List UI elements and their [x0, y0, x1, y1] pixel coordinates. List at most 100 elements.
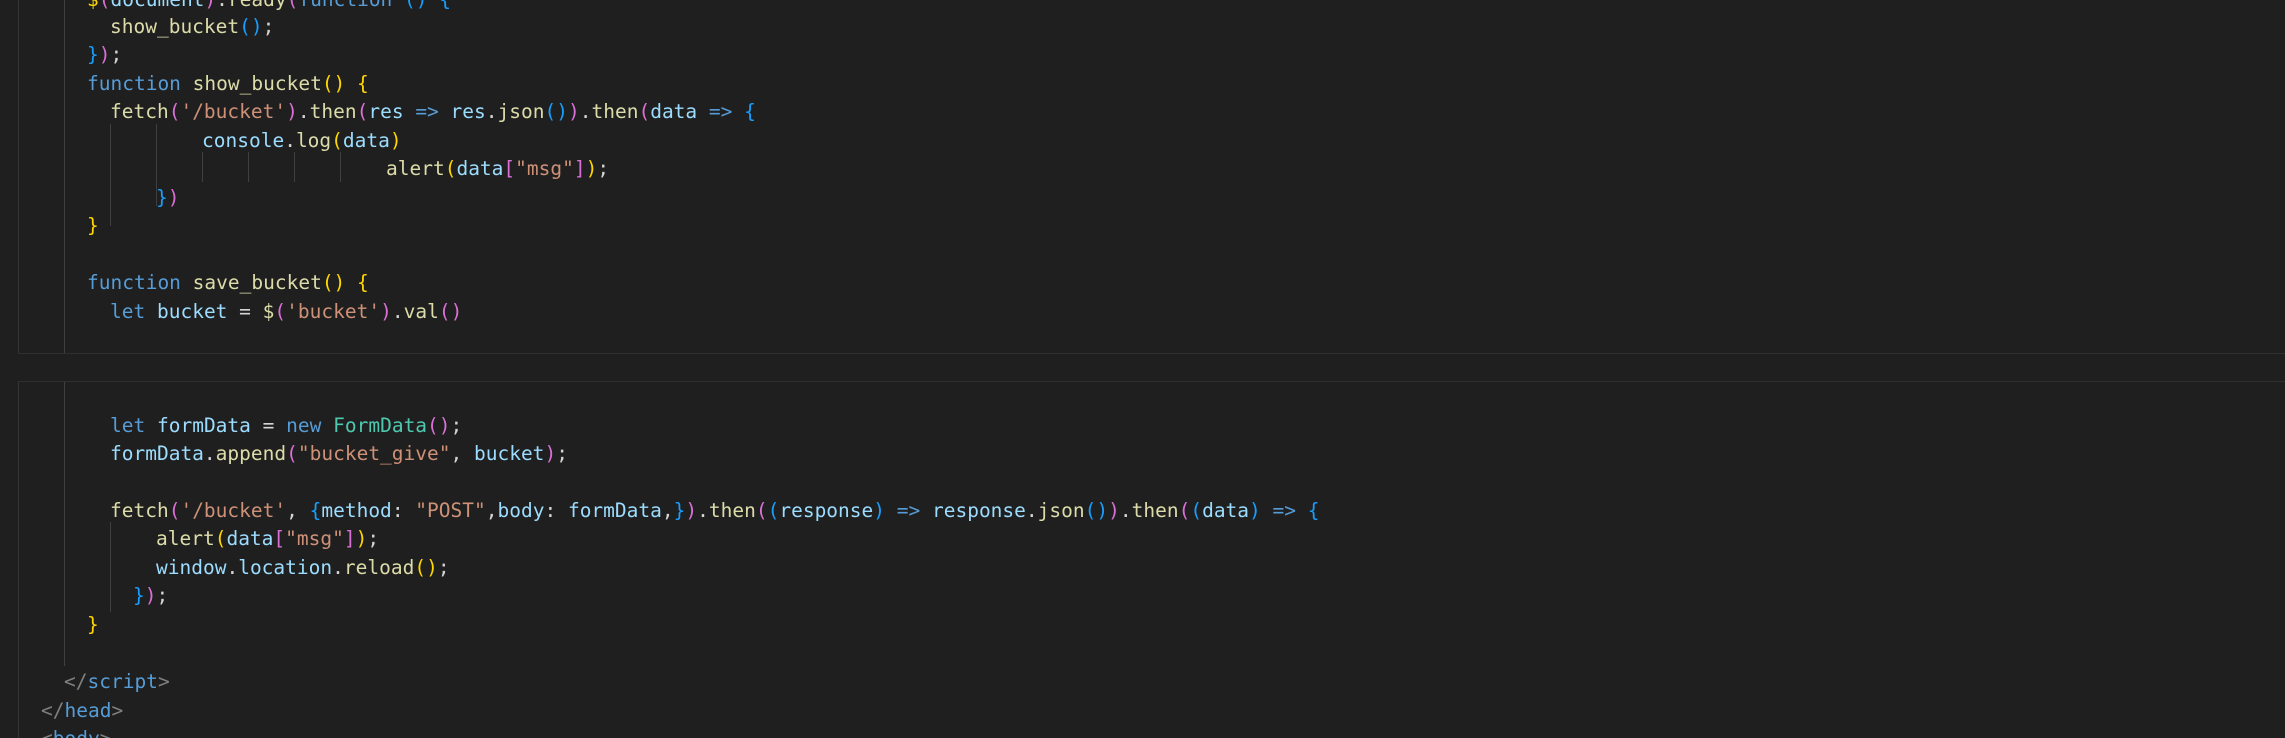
code-token: data [1202, 499, 1250, 522]
indent-guide [64, 0, 65, 666]
code-token: then [1131, 499, 1179, 522]
code-token: ] [343, 527, 356, 550]
code-token: formData [567, 499, 662, 522]
code-token: () [321, 271, 346, 294]
code-token: ) [1249, 499, 1261, 522]
code-token: . [216, 0, 228, 11]
code-line[interactable]: } [87, 212, 99, 240]
code-token: let [110, 300, 146, 323]
code-line[interactable]: function show_bucket() { [87, 70, 369, 98]
code-line[interactable]: <body> [41, 725, 111, 738]
code-line[interactable]: function save_bucket() { [87, 269, 369, 297]
code-token: alert [386, 157, 445, 180]
code-token: . [297, 100, 310, 123]
code-token: ) [286, 100, 298, 123]
code-token: . [391, 300, 404, 323]
code-token: ) [567, 100, 580, 123]
code-token: . [697, 499, 709, 522]
code-line[interactable]: window.location.reload(); [156, 554, 450, 582]
code-token: ( [1190, 499, 1203, 522]
code-token: , [286, 499, 310, 522]
code-token: data [650, 100, 698, 123]
code-token: then [309, 100, 357, 123]
code-line[interactable]: </head> [41, 697, 123, 725]
code-line[interactable]: }) [156, 184, 180, 212]
code-token: ; [262, 15, 275, 38]
code-token: ( [287, 0, 299, 11]
code-token: log [295, 129, 332, 152]
code-token: json [1037, 499, 1085, 522]
code-token: { [309, 499, 322, 522]
code-token: ) [144, 584, 157, 607]
code-token: { [1307, 499, 1320, 522]
code-line[interactable]: let formData = new FormData(); [110, 412, 462, 440]
code-token: '/bucket' [180, 100, 287, 123]
code-line[interactable]: alert(data["msg"]); [386, 155, 609, 183]
code-token: document [111, 0, 205, 11]
code-line[interactable]: let bucket = $('bucket').val() [110, 298, 462, 326]
code-token: data [342, 129, 390, 152]
code-token: ; [450, 414, 463, 437]
code-token: , [661, 499, 674, 522]
code-token: => [885, 499, 932, 522]
code-token: ) [685, 499, 698, 522]
code-token: ( [168, 499, 181, 522]
code-token: . [579, 100, 592, 123]
code-token: { [439, 0, 451, 11]
code-line[interactable]: $(document).ready(function () { [87, 0, 451, 14]
code-token: ] [573, 157, 586, 180]
code-token: , [485, 499, 498, 522]
code-token: } [133, 584, 145, 607]
code-token: FormData [333, 414, 428, 437]
code-token: formData [156, 414, 251, 437]
code-token: response [931, 499, 1026, 522]
code-line[interactable]: console.log(data) [202, 127, 402, 155]
code-token: ) [98, 43, 111, 66]
code-token: append [215, 442, 287, 465]
code-token: ) [167, 186, 180, 209]
code-token: . [1119, 499, 1132, 522]
code-token: show_bucket [192, 72, 322, 95]
code-token: . [203, 442, 216, 465]
code-token: body [53, 727, 100, 738]
code-line[interactable]: alert(data["msg"]); [156, 525, 379, 553]
code-token: => [403, 100, 451, 123]
code-editor[interactable]: $(document).ready(function () { show_buc… [0, 0, 2285, 738]
code-token: } [673, 499, 686, 522]
code-token: "POST" [415, 499, 486, 522]
code-line[interactable]: fetch('/bucket').then(res => res.json())… [110, 98, 756, 126]
code-token: { [357, 271, 369, 294]
code-token: ready [228, 0, 287, 11]
code-line[interactable]: show_bucket(); [110, 13, 274, 41]
code-token: function [298, 0, 392, 11]
code-token: } [87, 613, 99, 636]
code-token: window [156, 556, 227, 579]
code-token: ( [168, 100, 181, 123]
code-line[interactable]: fetch('/bucket', {method: "POST",body: f… [110, 497, 1320, 525]
code-token: > [157, 670, 170, 693]
code-token: function [87, 72, 181, 95]
code-line[interactable]: </script> [64, 668, 170, 696]
code-token: () [427, 414, 451, 437]
code-token: ) [355, 527, 368, 550]
indent-guide [248, 152, 249, 182]
code-line[interactable]: } [87, 611, 99, 639]
code-line[interactable]: }); [87, 41, 122, 69]
code-token: ) [380, 300, 392, 323]
code-token: () [414, 556, 438, 579]
code-token: formData [110, 442, 204, 465]
code-token: , [450, 442, 474, 465]
code-token: function [87, 271, 181, 294]
code-token: } [87, 214, 99, 237]
indent-guide [110, 522, 111, 612]
code-token: ; [156, 584, 169, 607]
code-token: . [332, 556, 344, 579]
code-token: ; [437, 556, 450, 579]
code-token: ( [214, 527, 227, 550]
code-token: = [250, 414, 287, 437]
code-line[interactable]: }); [133, 582, 168, 610]
code-line[interactable]: formData.append("bucket_give", bucket); [110, 440, 568, 468]
